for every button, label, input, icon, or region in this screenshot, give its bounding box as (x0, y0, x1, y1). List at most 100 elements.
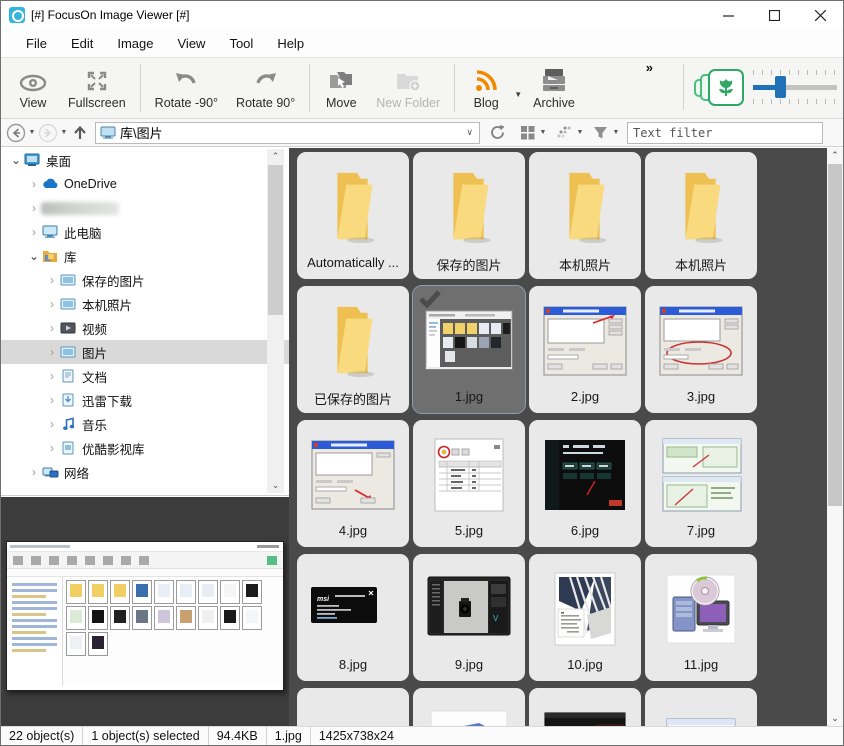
chevron-collapsed-icon[interactable]: › (45, 393, 59, 407)
tree-item-onedrive[interactable]: › OneDrive (1, 172, 289, 196)
back-history-caret[interactable]: ▼ (27, 129, 37, 136)
fullscreen-button[interactable]: Fullscreen (59, 63, 135, 114)
menu-tool[interactable]: Tool (218, 31, 264, 56)
tree-item-user-redacted[interactable]: › (1, 196, 289, 220)
rotate-cw-button[interactable]: Rotate 90° (227, 63, 304, 114)
scroll-down-icon[interactable]: ⌄ (267, 478, 284, 493)
scroll-up-icon[interactable]: ⌃ (267, 149, 284, 164)
tree-item-pictures[interactable]: › 图片 (1, 340, 289, 364)
grid-item-image[interactable] (645, 688, 757, 726)
forward-button[interactable] (37, 122, 59, 144)
close-button[interactable] (797, 1, 843, 29)
documents-library-icon (59, 368, 77, 384)
scroll-up-icon[interactable]: ⌃ (827, 148, 843, 163)
grid-item-image[interactable] (529, 688, 641, 726)
chevron-collapsed-icon[interactable]: › (27, 201, 41, 215)
filter-caret[interactable]: ▼ (611, 129, 621, 136)
tree-item-camera-roll[interactable]: › 本机照片 (1, 292, 289, 316)
minimize-button[interactable] (705, 1, 751, 29)
view-mode-caret[interactable]: ▼ (538, 129, 548, 136)
thumbnail-grid: Automatically ... 保存的图片 本机照片 本机照片 已保存的图片 (297, 152, 757, 726)
sort-button[interactable] (553, 122, 575, 144)
menu-image[interactable]: Image (106, 31, 164, 56)
back-button[interactable] (5, 122, 27, 144)
up-button[interactable] (69, 122, 91, 144)
scroll-down-icon[interactable]: ⌄ (827, 711, 843, 726)
view-button[interactable]: View (7, 63, 59, 114)
chevron-collapsed-icon[interactable]: › (27, 225, 41, 239)
address-combo[interactable]: 库\图片 ∨ (95, 122, 480, 144)
chevron-collapsed-icon[interactable]: › (45, 321, 59, 335)
grid-item-folder[interactable]: 保存的图片 (413, 152, 525, 279)
menu-help[interactable]: Help (266, 31, 315, 56)
chevron-collapsed-icon[interactable]: › (27, 465, 41, 479)
tree-item-youku-library[interactable]: › 优酷影视库 (1, 436, 289, 460)
grid-item-image[interactable]: 5.jpg (413, 420, 525, 547)
tree-item-network[interactable]: › 网络 (1, 460, 289, 484)
chevron-collapsed-icon[interactable]: › (45, 345, 59, 359)
toolbar-separator (309, 64, 310, 112)
tree-item-saved-pictures[interactable]: › 保存的图片 (1, 268, 289, 292)
grid-item-image[interactable]: 7.jpg (645, 420, 757, 547)
blog-button[interactable]: Blog (460, 63, 512, 114)
thumbnail-size-icon[interactable] (694, 67, 741, 107)
menu-view[interactable]: View (167, 31, 217, 56)
tree-item-libraries[interactable]: ⌄ 库 (1, 244, 289, 268)
grid-item-image[interactable]: msi 8.jpg (297, 554, 409, 681)
grid-item-folder[interactable]: 本机照片 (529, 152, 641, 279)
thumbnail-size-slider[interactable] (753, 67, 837, 107)
tree-item-desktop[interactable]: ⌄ 桌面 (1, 148, 289, 172)
blog-dropdown-caret[interactable]: ▼ (514, 78, 522, 99)
menu-edit[interactable]: Edit (60, 31, 104, 56)
tree-item-thunder-download[interactable]: › 迅雷下载 (1, 388, 289, 412)
image-thumbnail (537, 303, 633, 379)
image-thumbnail (421, 303, 517, 379)
chevron-collapsed-icon[interactable]: › (27, 177, 41, 191)
refresh-button[interactable] (486, 122, 508, 144)
grid-item-image[interactable]: 10.jpg (529, 554, 641, 681)
grid-item-image[interactable] (297, 688, 409, 726)
grid-item-folder[interactable]: 本机照片 (645, 152, 757, 279)
maximize-button[interactable] (751, 1, 797, 29)
archive-button[interactable]: Archive (524, 63, 584, 114)
grid-item-image[interactable]: 6.jpg (529, 420, 641, 547)
grid-item-image-selected[interactable]: 1.jpg (413, 286, 525, 413)
sort-caret[interactable]: ▼ (575, 129, 585, 136)
downloads-library-icon (59, 392, 77, 408)
tree-scrollbar-thumb[interactable] (268, 165, 283, 315)
chevron-collapsed-icon[interactable]: › (45, 369, 59, 383)
forward-history-caret[interactable]: ▼ (59, 129, 69, 136)
grid-scrollbar[interactable]: ⌃ ⌄ (827, 148, 843, 726)
rotate-ccw-button[interactable]: Rotate -90° (146, 63, 227, 114)
grid-item-image[interactable]: 11.jpg (645, 554, 757, 681)
chevron-collapsed-icon[interactable]: › (45, 273, 59, 287)
tree-scrollbar[interactable]: ⌃ ⌄ (267, 149, 284, 493)
menu-file[interactable]: File (15, 31, 58, 56)
chevron-collapsed-icon[interactable]: › (45, 417, 59, 431)
chevron-collapsed-icon[interactable]: › (45, 441, 59, 455)
grid-item-image[interactable]: 3.jpg (645, 286, 757, 413)
tree-item-videos[interactable]: › 视频 (1, 316, 289, 340)
address-dropdown-caret[interactable]: ∨ (462, 127, 477, 138)
tree-item-music[interactable]: › 音乐 (1, 412, 289, 436)
view-mode-button[interactable] (516, 122, 538, 144)
grid-item-image[interactable]: 2.jpg (529, 286, 641, 413)
tree-item-this-pc[interactable]: › 此电脑 (1, 220, 289, 244)
toolbar-overflow-chevron[interactable]: » (646, 60, 653, 75)
grid-item-folder[interactable]: 已保存的图片 (297, 286, 409, 413)
slider-handle[interactable] (775, 76, 786, 98)
move-button[interactable]: Move (315, 63, 367, 114)
grid-item-image[interactable] (413, 688, 525, 726)
tree-item-documents[interactable]: › 文档 (1, 364, 289, 388)
grid-item-image[interactable]: 4.jpg (297, 420, 409, 547)
grid-item-image[interactable]: V 9.jpg (413, 554, 525, 681)
grid-scrollbar-thumb[interactable] (828, 164, 842, 506)
chevron-expanded-icon[interactable]: ⌄ (27, 249, 41, 263)
chevron-expanded-icon[interactable]: ⌄ (9, 153, 23, 167)
grid-item-folder[interactable]: Automatically ... (297, 152, 409, 279)
chevron-collapsed-icon[interactable]: › (45, 297, 59, 311)
text-filter-input[interactable] (627, 122, 823, 144)
image-thumbnail (653, 437, 749, 513)
filter-button[interactable] (589, 122, 611, 144)
computer-icon (41, 224, 59, 240)
